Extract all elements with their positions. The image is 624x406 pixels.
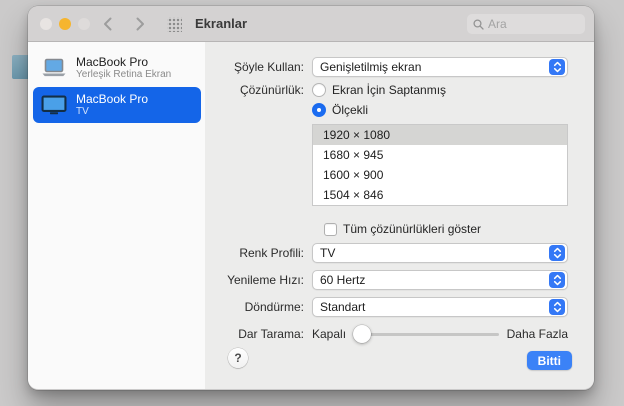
close-button[interactable] [40,18,52,30]
underscan-row: Dar Tarama: Kapalı Daha Fazla [205,325,568,343]
resolution-option[interactable]: 1504 × 846 [313,185,567,205]
rotation-value: Standart [320,300,366,314]
color-profile-value: TV [320,246,336,260]
underscan-max-label: Daha Fazla [506,327,568,341]
sidebar-item-text: MacBook Pro TV [76,92,148,118]
color-profile-select[interactable]: TV [312,243,568,263]
display-name: MacBook Pro [76,92,149,106]
chevron-left-icon [103,17,111,31]
sidebar-item-text: MacBook Pro Yerleşik Retina Ekran [76,55,171,81]
underscan-label: Dar Tarama: [238,327,304,341]
radio-on-icon [312,102,326,117]
radio-label: Ekran İçin Saptanmış [332,82,447,97]
rotation-select[interactable]: Standart [312,297,568,317]
displays-preferences-window: Ekranlar Ara MacBook Pro Yerleşik Retina… [28,6,594,390]
refresh-rate-label: Yenileme Hızı: [227,273,304,287]
search-icon [473,18,484,30]
zoom-button[interactable] [78,18,90,30]
display-subtitle: TV [76,106,89,117]
display-name: MacBook Pro [76,55,149,69]
show-all-resolutions-label: Tüm çözünürlükleri göster [343,222,482,236]
sidebar-item-builtin-display[interactable]: MacBook Pro Yerleşik Retina Ekran [33,50,201,86]
resolution-row: Çözünürlük: Ekran İçin Saptanmış Ölçekli [205,81,568,118]
help-button[interactable]: ? [228,348,248,368]
use-as-value: Genişletilmiş ekran [320,60,422,74]
refresh-rate-row: Yenileme Hızı: 60 Hertz [205,270,568,290]
use-as-label: Şöyle Kullan: [233,60,304,74]
resolution-option[interactable]: 1680 × 945 [313,145,567,165]
radio-scaled[interactable]: Ölçekli [312,101,446,118]
window-body: MacBook Pro Yerleşik Retina Ekran MacBoo… [28,42,594,389]
checkbox-icon[interactable] [324,222,337,236]
minimize-button[interactable] [59,18,71,30]
radio-default-for-display[interactable]: Ekran İçin Saptanmış [312,81,446,98]
resolution-listbox: 1920 × 1080 1680 × 945 1600 × 900 1504 ×… [312,124,568,206]
radio-label: Ölçekli [332,102,369,117]
back-button[interactable] [98,14,116,34]
refresh-rate-value: 60 Hertz [320,273,366,287]
radio-off-icon [312,82,326,97]
use-as-select[interactable]: Genişletilmiş ekran [312,57,568,77]
slider-track[interactable] [353,333,499,336]
display-subtitle: Yerleşik Retina Ekran [76,69,172,80]
done-button[interactable]: Bitti [526,351,572,370]
window-title: Ekranlar [195,16,248,31]
search-input[interactable] [488,17,579,31]
stepper-icon [549,299,565,315]
display-list-sidebar: MacBook Pro Yerleşik Retina Ekran MacBoo… [28,42,205,389]
rotation-label: Döndürme: [244,300,304,314]
resolution-label: Çözünürlük: [239,83,304,97]
desktop-background: ? Ekranlar [0,0,624,406]
window-toolbar: Ekranlar [28,6,594,42]
laptop-icon [39,58,69,78]
show-all-resolutions-row[interactable]: Tüm çözünürlükleri göster [324,222,594,236]
resolution-option[interactable]: 1920 × 1080 [313,125,567,145]
resolution-radio-group: Ekran İçin Saptanmış Ölçekli [312,81,446,118]
use-as-row: Şöyle Kullan: Genişletilmiş ekran [205,57,568,77]
forward-button[interactable] [131,14,149,34]
rotation-row: Döndürme: Standart [205,297,568,317]
search-field[interactable] [467,14,585,34]
stepper-icon [549,59,565,75]
stepper-icon [549,272,565,288]
tv-icon [39,95,69,115]
refresh-rate-select[interactable]: 60 Hertz [312,270,568,290]
slider-thumb[interactable] [353,325,372,343]
stepper-icon [549,245,565,261]
chevron-right-icon [136,17,144,31]
display-settings-panel: Şöyle Kullan: Genişletilmiş ekran Çözünü… [205,42,594,389]
color-profile-label: Renk Profili: [239,246,304,260]
underscan-slider[interactable] [353,325,499,343]
resolution-option[interactable]: 1600 × 900 [313,165,567,185]
underscan-min-label: Kapalı [312,327,347,341]
sidebar-item-tv-display[interactable]: MacBook Pro TV [33,87,201,123]
show-all-grid-icon[interactable] [167,17,182,32]
color-profile-row: Renk Profili: TV [205,243,568,263]
